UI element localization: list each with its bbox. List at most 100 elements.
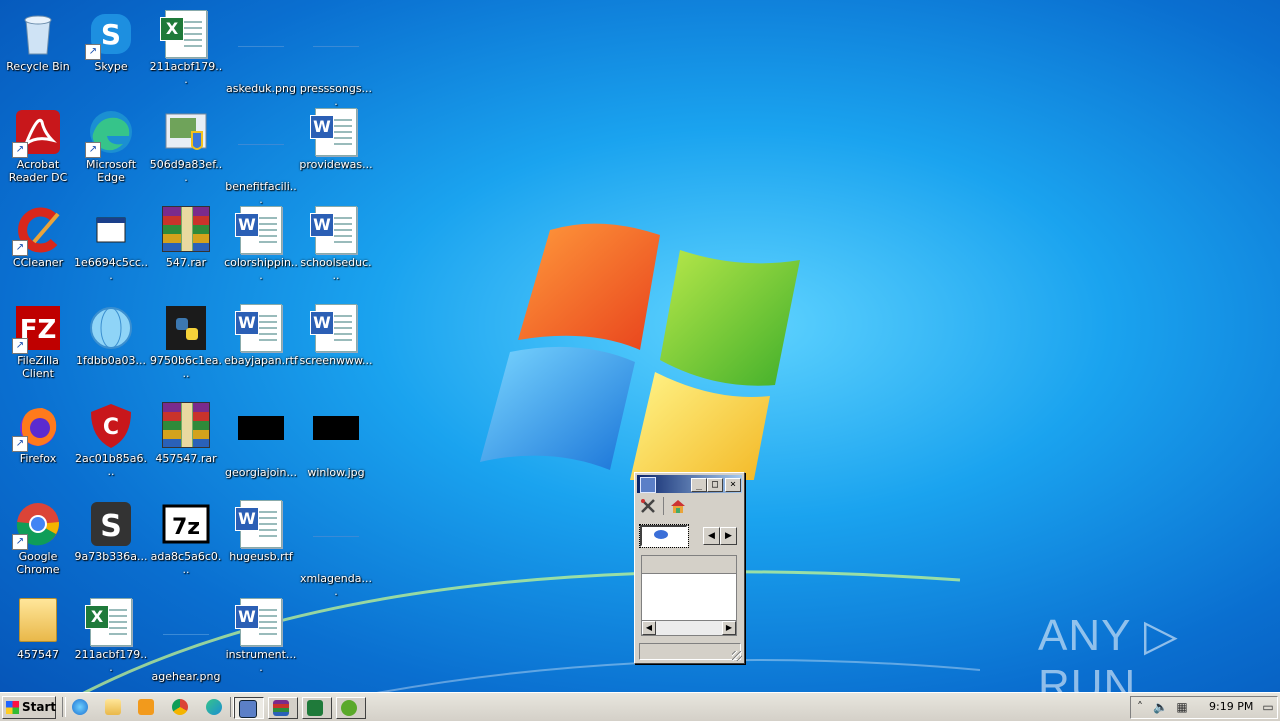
shortcut-arrow-icon: ↗	[12, 338, 28, 354]
svg-text:S: S	[101, 18, 121, 51]
volume-icon[interactable]: 🔈	[1153, 700, 1168, 714]
desktop-icon-file[interactable]: W hugeusb.rtf	[223, 496, 299, 588]
app-icon	[640, 477, 656, 493]
desktop-icon-label: FileZilla Client	[17, 354, 59, 380]
desktop-icon-file[interactable]: 547.rar	[148, 202, 224, 294]
desktop-icon-file[interactable]: S 9a73b336a...	[73, 496, 149, 588]
desktop-icon-firefox[interactable]: ↗ Firefox	[0, 398, 76, 490]
minimize-button[interactable]: _	[691, 478, 707, 492]
desktop-icon-file[interactable]: xmlagenda....	[298, 496, 374, 598]
show-desktop-icon[interactable]: ▭	[1261, 700, 1275, 714]
task-excel[interactable]	[302, 697, 332, 719]
winrar-icon	[273, 700, 289, 716]
desktop-icon-file[interactable]: agehear.png	[148, 594, 224, 686]
shortcut-arrow-icon: ↗	[85, 44, 101, 60]
desktop-icon-label: Firefox	[19, 452, 57, 465]
desktop-icon-file[interactable]: 457547.rar	[148, 398, 224, 490]
executable-icon	[87, 206, 135, 254]
desktop-icon-ccleaner[interactable]: ↗ CCleaner	[0, 202, 76, 294]
desktop-icon-file[interactable]: W colorshippin...	[223, 202, 299, 294]
prev-button[interactable]: ◀	[703, 527, 720, 545]
edge-icon[interactable]	[202, 697, 226, 717]
tray-expand-icon[interactable]: ˄	[1133, 700, 1147, 714]
shield-c-icon: C	[87, 402, 135, 450]
desktop-icon-file[interactable]: 1fdbb0a03...	[73, 300, 149, 392]
desktop-icon-file[interactable]: askeduk.png	[223, 6, 299, 98]
home-icon[interactable]	[669, 497, 687, 515]
image-file-icon	[312, 32, 360, 80]
task-utorrent[interactable]	[336, 697, 366, 719]
7zip-icon: 7z	[162, 500, 210, 548]
desktop-icon-label: 457547	[17, 648, 59, 661]
desktop-icon-label: ebayjapan.rtf	[224, 354, 298, 367]
chrome-icon: ↗	[12, 500, 62, 550]
desktop-icon-folder[interactable]: 457547	[0, 594, 76, 686]
desktop-icon-file[interactable]: W screenwww...	[298, 300, 374, 392]
maximize-button[interactable]: □	[707, 478, 723, 492]
desktop-icon-file[interactable]: 9750b6c1ea...	[148, 300, 224, 392]
media-player-icon[interactable]	[134, 697, 158, 717]
desktop-icon-file[interactable]: W instrument....	[223, 594, 299, 686]
skype-icon: S ↗	[85, 10, 135, 60]
desktop-icon-file[interactable]: W schoolseduc...	[298, 202, 374, 294]
word-file-icon: W	[235, 500, 285, 548]
scroll-left-button[interactable]: ◀	[642, 621, 656, 635]
mini-tool-window[interactable]: _ □ × ◀ ▶ ◀ ▶	[634, 472, 745, 664]
horizontal-scrollbar[interactable]: ◀ ▶	[641, 620, 737, 636]
close-button[interactable]: ×	[725, 478, 741, 492]
desktop-icon-file[interactable]: C 2ac01b85a6...	[73, 398, 149, 490]
desktop-icon-label: 547.rar	[165, 256, 207, 269]
window-title-bar[interactable]: _ □ ×	[637, 475, 742, 493]
explorer-icon[interactable]	[101, 697, 125, 717]
filezilla-icon: FZ ↗	[12, 304, 62, 354]
word-file-icon: W	[235, 304, 285, 352]
desktop-icon-edge[interactable]: ↗ Microsoft Edge	[73, 104, 149, 196]
desktop-icon-skype[interactable]: S ↗ Skype	[73, 6, 149, 98]
s-app-icon: S	[87, 500, 135, 548]
desktop-icon-recycle-bin[interactable]: Recycle Bin	[0, 6, 76, 98]
desktop-icon-file[interactable]: 7z ada8c5a6c0...	[148, 496, 224, 588]
desktop-icon-file[interactable]: 1e6694c5cc...	[73, 202, 149, 294]
desktop-icon-filezilla[interactable]: FZ ↗ FileZilla Client	[0, 300, 76, 392]
image-file-icon	[312, 416, 360, 464]
desktop-icon-chrome[interactable]: ↗ Google Chrome	[0, 496, 76, 588]
desktop-icon-file[interactable]: X 211acbf179...	[73, 594, 149, 686]
acrobat-icon: ↗	[12, 108, 62, 158]
task-winrar[interactable]	[268, 697, 298, 719]
desktop-icon-file[interactable]: X 211acbf179...	[148, 6, 224, 98]
desktop-icon-label: ada8c5a6c0...	[150, 550, 222, 576]
network-tool-icon	[239, 700, 257, 718]
address-field[interactable]	[639, 524, 689, 548]
desktop-icon-file[interactable]: W providewas...	[298, 104, 374, 196]
network-tray-icon[interactable]: ▦	[1175, 700, 1189, 714]
desktop-icon-label: screenwww...	[299, 354, 373, 367]
ie-icon[interactable]	[68, 697, 92, 717]
desktop-icon-file[interactable]: 506d9a83ef...	[148, 104, 224, 196]
desktop-icon-label: schoolseduc...	[300, 256, 372, 282]
recycle-bin-icon	[14, 10, 62, 58]
image-file-icon	[237, 416, 285, 464]
shortcut-arrow-icon: ↗	[12, 534, 28, 550]
desktop-icon-label: georgiajoin...	[225, 466, 297, 479]
resize-grip[interactable]	[732, 651, 742, 661]
desktop-icon-label: colorshippin...	[224, 256, 298, 282]
tools-icon[interactable]	[639, 497, 657, 515]
desktop-icon-file[interactable]: presssongs....	[298, 6, 374, 108]
shortcut-arrow-icon: ↗	[85, 142, 101, 158]
start-button[interactable]: Start	[2, 696, 56, 719]
scroll-right-button[interactable]: ▶	[722, 621, 736, 635]
desktop-icon-file[interactable]: benefitfacili...	[223, 104, 299, 206]
desktop-icon-acrobat[interactable]: ↗ Acrobat Reader DC	[0, 104, 76, 196]
word-file-icon: W	[235, 206, 285, 254]
item-list[interactable]	[641, 573, 737, 621]
task-network-tool[interactable]	[234, 697, 264, 719]
clock[interactable]: 9:19 PM	[1209, 700, 1253, 713]
word-file-icon: W	[310, 108, 360, 156]
next-button[interactable]: ▶	[720, 527, 737, 545]
excel-file-icon: X	[85, 598, 135, 646]
chrome-icon[interactable]	[168, 697, 192, 717]
desktop-icon-label: Recycle Bin	[6, 60, 70, 73]
desktop-icon-file[interactable]: winlow.jpg	[298, 398, 374, 490]
desktop-icon-file[interactable]: W ebayjapan.rtf	[223, 300, 299, 392]
desktop-icon-file[interactable]: georgiajoin...	[223, 398, 299, 490]
